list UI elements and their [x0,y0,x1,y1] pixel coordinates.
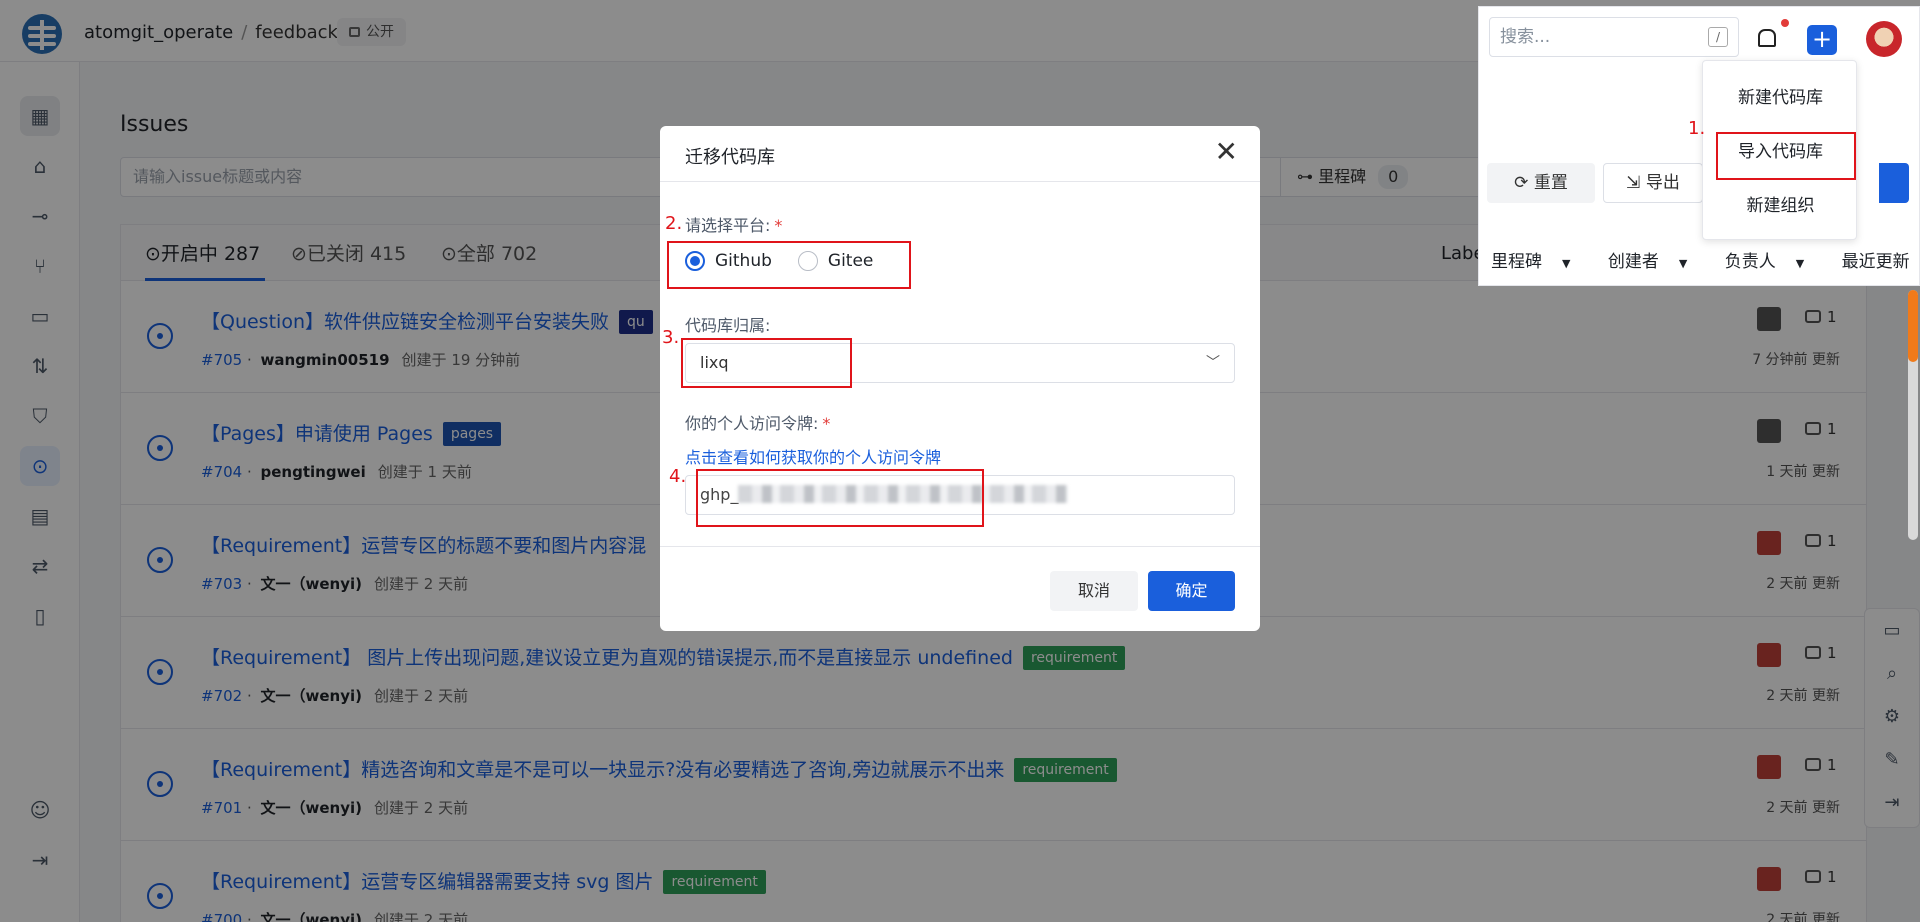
dialog-title: 迁移代码库 [685,147,775,168]
export-button[interactable]: ⇲ 导出 [1603,163,1703,203]
reset-label: 重置 [1533,173,1568,193]
filter-milestone[interactable]: 里程碑 ▼ [1491,252,1586,272]
platform-label-text: 请选择平台: [685,216,771,235]
chevron-down-icon: ﹀ [1206,355,1220,371]
annotation-box-2 [667,241,911,289]
owner-label: 代码库归属: [685,316,771,335]
cancel-button[interactable]: 取消 [1050,571,1138,611]
filter-milestone-label: 里程碑 [1491,252,1542,272]
annotation-box-4 [696,469,984,527]
filter-bar: 里程碑 ▼ 创建者 ▼ 负责人 ▼ 最近更新▼ [1491,247,1920,272]
required-mark: * [774,216,783,235]
annotation-number-1: 1. [1688,118,1706,139]
create-plus-button[interactable]: + [1807,25,1837,55]
search-shortcut: / [1708,27,1728,47]
filter-creator[interactable]: 创建者 ▼ [1608,252,1703,272]
token-help-link[interactable]: 点击查看如何获取你的个人访问令牌 [685,444,941,468]
annotation-number-3: 3. [662,327,680,348]
export-icon: ⇲ [1626,173,1646,193]
notification-bell-icon[interactable] [1755,27,1776,47]
filter-creator-label: 创建者 [1607,252,1659,272]
confirm-button[interactable]: 确定 [1148,571,1235,611]
annotation-box-1 [1716,132,1856,180]
caret-down-icon: ▼ [1678,257,1688,270]
platform-label: 请选择平台: * [685,212,782,236]
filter-assignee-label: 负责人 [1724,252,1776,272]
export-label: 导出 [1645,173,1680,193]
dialog-header: 迁移代码库 ✕ [660,126,1260,182]
filter-sort[interactable]: 最近更新▼ [1842,252,1920,272]
annotation-box-3 [681,338,852,388]
user-avatar[interactable] [1866,21,1902,57]
global-search-input[interactable]: 搜索... / [1489,17,1739,57]
refresh-icon: ⟳ [1514,173,1534,193]
required-mark: * [822,414,831,433]
notification-dot [1781,19,1789,27]
caret-down-icon: ▼ [1795,257,1805,270]
dialog-footer: 取消 确定 [660,546,1260,631]
filter-sort-label: 最近更新 [1841,252,1910,272]
reset-button[interactable]: ⟳ 重置 [1487,163,1595,203]
token-label: 你的个人访问令牌: * [685,410,830,434]
filter-assignee[interactable]: 负责人 ▼ [1725,252,1820,272]
caret-down-icon: ▼ [1562,257,1571,270]
new-issue-button-edge[interactable] [1879,163,1909,203]
annotation-number-4: 4. [669,466,687,487]
scrollbar-thumb[interactable] [1908,290,1918,362]
menu-new-repo[interactable]: 新建代码库 [1703,71,1858,125]
search-placeholder: 搜索... [1500,27,1551,47]
token-label-text: 你的个人访问令牌: [685,414,819,433]
page-scrollbar[interactable] [1908,290,1918,540]
annotation-number-2: 2. [665,213,683,234]
close-icon[interactable]: ✕ [1215,138,1238,166]
menu-new-org[interactable]: 新建组织 [1703,179,1858,233]
